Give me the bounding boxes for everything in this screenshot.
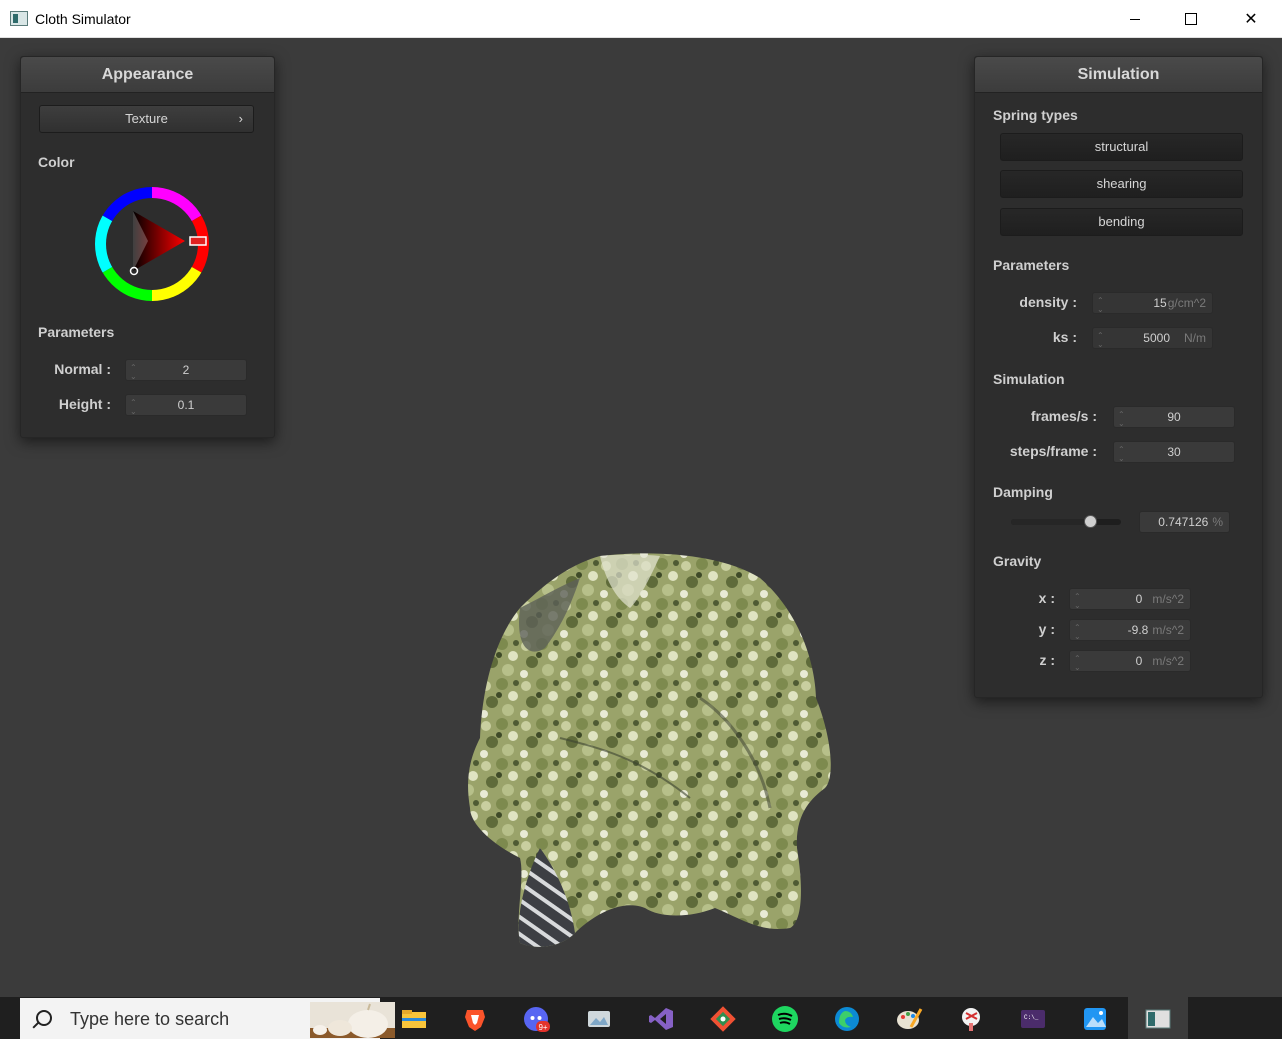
gravity-z-value: 0 xyxy=(1135,654,1143,668)
damping-unit: % xyxy=(1212,515,1223,529)
shearing-toggle[interactable]: shearing xyxy=(1000,170,1243,198)
ks-value: 5000 xyxy=(1143,331,1170,345)
maximize-icon xyxy=(1185,13,1197,25)
minimize-button[interactable] xyxy=(1112,0,1158,38)
gravity-x-value: 0 xyxy=(1135,592,1143,606)
gravity-label: Gravity xyxy=(993,553,1042,569)
file-explorer-icon[interactable] xyxy=(400,1005,428,1033)
density-unit: g/cm^2 xyxy=(1167,296,1206,310)
fps-value: 90 xyxy=(1167,410,1181,424)
gravity-y-input[interactable]: ⌃ ⌄ -9.8 m/s^2 xyxy=(1069,619,1191,641)
gravity-x-unit: m/s^2 xyxy=(1152,592,1184,606)
app-icon xyxy=(10,11,28,26)
height-label: Height : xyxy=(58,396,111,412)
brave-icon[interactable] xyxy=(461,1005,489,1033)
height-value: 0.1 xyxy=(177,398,195,412)
color-wheel[interactable] xyxy=(93,185,211,303)
photos-app-icon[interactable] xyxy=(1081,1005,1109,1033)
ks-label: ks : xyxy=(1052,329,1077,345)
spotify-icon[interactable] xyxy=(771,1005,799,1033)
chevron-right-icon: › xyxy=(238,111,243,126)
steps-value: 30 xyxy=(1167,445,1181,459)
edge-icon[interactable] xyxy=(833,1005,861,1033)
photos-icon[interactable] xyxy=(585,1005,613,1033)
visual-studio-icon[interactable] xyxy=(647,1005,675,1033)
normal-label: Normal : xyxy=(54,361,111,377)
normal-value: 2 xyxy=(182,363,190,377)
snipping-icon[interactable] xyxy=(957,1005,985,1033)
gravity-z-unit: m/s^2 xyxy=(1152,654,1184,668)
sim-parameters-label: Parameters xyxy=(993,257,1070,273)
damping-slider-fill xyxy=(1011,519,1091,525)
discord-badge: 9+ xyxy=(538,1023,547,1032)
title-bar: Cloth Simulator ✕ xyxy=(0,0,1282,38)
spin-arrows-icon[interactable]: ⌃ ⌄ xyxy=(1097,296,1107,314)
structural-label: structural xyxy=(1094,139,1149,154)
structural-toggle[interactable]: structural xyxy=(1000,133,1243,161)
bending-label: bending xyxy=(1098,214,1145,229)
gravity-x-input[interactable]: ⌃ ⌄ 0 m/s^2 xyxy=(1069,588,1191,610)
shearing-label: shearing xyxy=(1096,176,1147,191)
normal-input[interactable]: ⌃ ⌄ 2 xyxy=(125,359,247,381)
window-title: Cloth Simulator xyxy=(35,11,131,27)
simulation-section-label: Simulation xyxy=(993,371,1065,387)
spin-arrows-icon[interactable]: ⌃ ⌄ xyxy=(1097,331,1107,349)
texture-button[interactable]: Texture › xyxy=(39,105,254,133)
taskbar: Type here to search 9+ C:\_ xyxy=(0,997,1282,1039)
appearance-panel: Appearance Texture › Color Parameters No… xyxy=(20,56,275,438)
damping-slider-knob[interactable] xyxy=(1084,515,1097,528)
damping-input[interactable]: 0.747126% xyxy=(1139,511,1230,533)
discord-icon[interactable]: 9+ xyxy=(522,1005,550,1033)
spring-types-label: Spring types xyxy=(993,107,1078,123)
terminal-icon[interactable]: C:\_ xyxy=(1019,1005,1047,1033)
fps-label: frames/s : xyxy=(1030,408,1097,424)
close-icon: ✕ xyxy=(1244,11,1258,28)
steps-input[interactable]: ⌃ ⌄ 30 xyxy=(1113,441,1235,463)
gravity-y-label: y : xyxy=(1038,621,1055,637)
maximize-button[interactable] xyxy=(1168,0,1214,38)
appearance-header[interactable]: Appearance xyxy=(21,57,274,93)
close-button[interactable]: ✕ xyxy=(1228,0,1274,38)
damping-value: 0.747126 xyxy=(1158,515,1209,529)
garlic-highlight-icon xyxy=(310,1002,395,1038)
gravity-y-value: -9.8 xyxy=(1127,623,1149,637)
gravity-y-unit: m/s^2 xyxy=(1152,623,1184,637)
search-icon xyxy=(36,1010,52,1026)
height-input[interactable]: ⌃ ⌄ 0.1 xyxy=(125,394,247,416)
bending-toggle[interactable]: bending xyxy=(1000,208,1243,236)
density-label: density : xyxy=(1019,294,1077,310)
steps-label: steps/frame : xyxy=(1009,443,1097,459)
git-icon[interactable] xyxy=(709,1005,737,1033)
spin-arrows-icon[interactable]: ⌃ ⌄ xyxy=(1074,623,1084,641)
paint-icon[interactable] xyxy=(895,1005,923,1033)
density-value: 15 xyxy=(1153,296,1167,310)
appearance-parameters-label: Parameters xyxy=(38,324,115,340)
search-placeholder: Type here to search xyxy=(70,1009,230,1029)
cloth-simulator-icon[interactable] xyxy=(1144,1005,1172,1033)
fps-input[interactable]: ⌃ ⌄ 90 xyxy=(1113,406,1235,428)
gravity-x-label: x : xyxy=(1038,590,1055,606)
damping-slider[interactable] xyxy=(1011,515,1121,528)
density-input[interactable]: ⌃ ⌄ 15 g/cm^2 xyxy=(1092,292,1213,314)
simulation-header[interactable]: Simulation xyxy=(975,57,1262,93)
svg-text:C:\_: C:\_ xyxy=(1024,1014,1039,1021)
minimize-icon xyxy=(1130,18,1140,20)
texture-button-label: Texture xyxy=(125,111,168,126)
spin-arrows-icon[interactable]: ⌃ ⌄ xyxy=(1074,654,1084,672)
ks-input[interactable]: ⌃ ⌄ 5000 N/m xyxy=(1092,327,1213,349)
hue-handle[interactable] xyxy=(189,236,207,246)
color-label: Color xyxy=(38,154,75,170)
ks-unit: N/m xyxy=(1184,331,1206,345)
spin-arrows-icon[interactable]: ⌃ ⌄ xyxy=(1074,592,1084,610)
gravity-z-input[interactable]: ⌃ ⌄ 0 m/s^2 xyxy=(1069,650,1191,672)
gravity-z-label: z : xyxy=(1039,652,1055,668)
taskbar-search[interactable]: Type here to search xyxy=(20,998,395,1039)
damping-label: Damping xyxy=(993,484,1053,500)
simulation-panel: Simulation Spring types structural shear… xyxy=(974,56,1263,698)
